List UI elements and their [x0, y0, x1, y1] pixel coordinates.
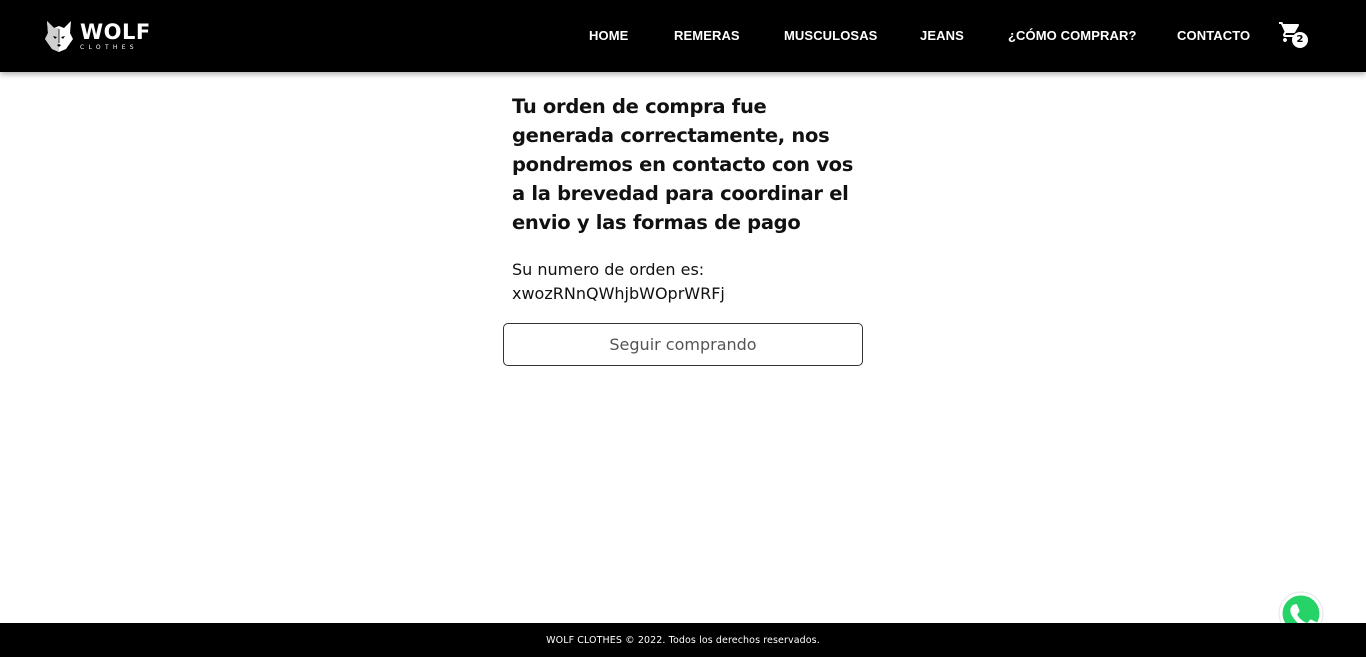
nav-item-jeans[interactable]: JEANS	[920, 28, 964, 43]
nav-item-contacto[interactable]: CONTACTO	[1177, 28, 1250, 43]
nav-item-home[interactable]: HOME	[589, 28, 628, 43]
nav-item-como-comprar[interactable]: ¿CÓMO COMPRAR?	[1008, 28, 1137, 43]
nav-item-remeras[interactable]: REMERAS	[674, 28, 740, 43]
confirmation-message: Tu orden de compra fue generada correcta…	[512, 95, 854, 234]
brand-logo[interactable]: WOLF CLOTHES	[44, 18, 151, 54]
cart-count-badge: 2	[1292, 32, 1308, 48]
copyright-text: WOLF CLOTHES © 2022. Todos los derechos …	[546, 634, 820, 646]
order-number-label: Su numero de orden es:	[512, 260, 705, 279]
site-header: WOLF CLOTHES HOME REMERAS MUSCULOSAS JEA…	[0, 0, 1366, 72]
continue-shopping-button[interactable]: Seguir comprando	[503, 323, 863, 366]
order-number-value: xwozRNnQWhjbWOprWRFj	[512, 284, 725, 303]
cart-button[interactable]: 2	[1278, 20, 1310, 48]
brand-tagline: CLOTHES	[80, 43, 138, 51]
site-footer: WOLF CLOTHES © 2022. Todos los derechos …	[0, 623, 1366, 657]
brand-name: WOLF	[80, 19, 151, 44]
nav-item-musculosas[interactable]: MUSCULOSAS	[784, 28, 877, 43]
brand-wordmark: WOLF CLOTHES	[80, 19, 151, 51]
wolf-logo-icon	[45, 21, 73, 52]
